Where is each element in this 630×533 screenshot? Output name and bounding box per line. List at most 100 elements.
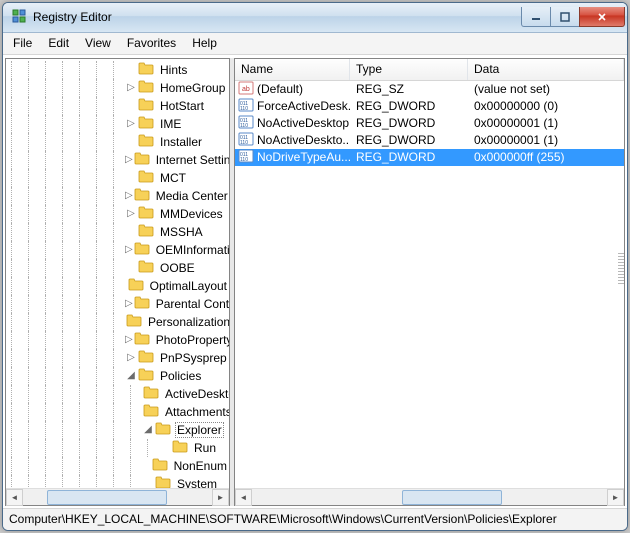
value-data: 0x00000000 (0) <box>468 99 624 113</box>
folder-icon <box>138 133 158 150</box>
scroll-thumb[interactable] <box>47 490 167 505</box>
menu-favorites[interactable]: Favorites <box>119 33 184 54</box>
splitter-grip-icon[interactable] <box>618 253 624 285</box>
scroll-right-icon[interactable]: ► <box>212 489 229 506</box>
folder-icon <box>143 403 163 420</box>
menubar: File Edit View Favorites Help <box>3 33 627 55</box>
tree-item[interactable]: ActiveDesktop <box>6 385 229 403</box>
col-name[interactable]: Name <box>235 59 350 80</box>
tree-item[interactable]: ▷ Internet Settings <box>6 151 229 169</box>
folder-icon <box>134 295 154 312</box>
menu-file[interactable]: File <box>5 33 40 54</box>
expander-spacer <box>125 100 137 112</box>
expander-icon[interactable]: ◢ <box>125 370 137 382</box>
value-name: NoActiveDeskto... <box>257 133 350 147</box>
tree-item[interactable]: Personalization <box>6 313 229 331</box>
expander-icon[interactable]: ▷ <box>125 154 133 166</box>
tree-item[interactable]: MCT <box>6 169 229 187</box>
maximize-button[interactable] <box>550 7 580 27</box>
expander-icon[interactable]: ▷ <box>125 82 137 94</box>
tree-item[interactable]: ◢Explorer <box>6 421 229 439</box>
tree-item[interactable]: ▷OEMInformation <box>6 241 229 259</box>
value-name: (Default) <box>257 82 303 96</box>
expander-icon[interactable]: ▷ <box>125 118 137 130</box>
folder-icon <box>138 169 158 186</box>
folder-icon <box>134 241 154 258</box>
expander-icon[interactable]: ▷ <box>125 334 133 346</box>
folder-icon <box>138 97 158 114</box>
list-rows[interactable]: ab(Default)REG_SZ(value not set)011110Fo… <box>235 81 624 489</box>
tree-label: Hints <box>158 63 189 77</box>
value-type: REG_DWORD <box>350 116 468 130</box>
tree-item[interactable]: ◢Policies <box>6 367 229 385</box>
expander-spacer <box>125 136 137 148</box>
svg-text:ab: ab <box>242 86 250 93</box>
tree-item[interactable]: ▷MMDevices <box>6 205 229 223</box>
expander-icon[interactable]: ▷ <box>125 190 133 202</box>
tree-label: Media Center <box>154 189 229 203</box>
menu-view[interactable]: View <box>77 33 119 54</box>
tree-item[interactable]: System <box>6 475 229 489</box>
tree-item[interactable]: NonEnum <box>6 457 229 475</box>
tree-item[interactable]: ▷IME <box>6 115 229 133</box>
scroll-thumb[interactable] <box>402 490 502 505</box>
value-row[interactable]: ab(Default)REG_SZ(value not set) <box>235 81 624 98</box>
close-button[interactable] <box>579 7 625 27</box>
tree-item[interactable]: Run <box>6 439 229 457</box>
tree-label: HotStart <box>158 99 206 113</box>
tree-item[interactable]: ▷HomeGroup <box>6 79 229 97</box>
value-row[interactable]: 011110ForceActiveDesk...REG_DWORD0x00000… <box>235 98 624 115</box>
tree-label: Internet Settings <box>154 153 229 167</box>
value-row[interactable]: 011110NoActiveDesktopREG_DWORD0x00000001… <box>235 115 624 132</box>
tree-hscrollbar[interactable]: ◄ ► <box>6 488 229 505</box>
tree-item[interactable]: OptimalLayout <box>6 277 229 295</box>
menu-edit[interactable]: Edit <box>40 33 77 54</box>
window-title: Registry Editor <box>33 10 112 24</box>
tree-label: MCT <box>158 171 188 185</box>
folder-icon <box>138 349 158 366</box>
tree-item[interactable]: Hints <box>6 61 229 79</box>
tree-item[interactable]: MSSHA <box>6 223 229 241</box>
tree-item[interactable]: HotStart <box>6 97 229 115</box>
tree-item[interactable]: Installer <box>6 133 229 151</box>
value-type: REG_DWORD <box>350 133 468 147</box>
expander-spacer <box>159 442 171 454</box>
values-pane: Name Type Data ab(Default)REG_SZ(value n… <box>234 58 625 507</box>
tree-item[interactable]: ▷PnPSysprep <box>6 349 229 367</box>
tree-item[interactable]: Attachments <box>6 403 229 421</box>
tree-item[interactable]: ▷Parental Controls <box>6 295 229 313</box>
expander-icon[interactable]: ▷ <box>125 298 133 310</box>
registry-tree[interactable]: Hints ▷HomeGroup HotStart ▷IMEInstaller ▷ Int… <box>6 59 229 489</box>
folder-icon <box>134 151 154 168</box>
app-icon <box>11 8 27 27</box>
folder-icon <box>143 385 163 402</box>
value-row[interactable]: 011110NoActiveDeskto...REG_DWORD0x000000… <box>235 132 624 149</box>
tree-label: ActiveDesktop <box>163 387 229 401</box>
tree-item[interactable]: OOBE <box>6 259 229 277</box>
tree-item[interactable]: ▷ Media Center <box>6 187 229 205</box>
expander-icon[interactable]: ▷ <box>125 244 133 256</box>
col-data[interactable]: Data <box>468 59 624 80</box>
folder-icon <box>155 421 175 438</box>
tree-label: MSSHA <box>158 225 205 239</box>
titlebar[interactable]: Registry Editor <box>3 3 627 33</box>
expander-icon[interactable]: ▷ <box>125 352 137 364</box>
col-type[interactable]: Type <box>350 59 468 80</box>
list-hscrollbar[interactable]: ◄ ► <box>235 488 624 505</box>
scroll-left-icon[interactable]: ◄ <box>235 489 252 506</box>
expander-icon[interactable]: ▷ <box>125 208 137 220</box>
scroll-right-icon[interactable]: ► <box>607 489 624 506</box>
value-data: (value not set) <box>468 82 624 96</box>
scroll-left-icon[interactable]: ◄ <box>6 489 23 506</box>
expander-spacer <box>125 280 127 292</box>
tree-item[interactable]: ▷PhotoPropertyHandler <box>6 331 229 349</box>
minimize-button[interactable] <box>521 7 551 27</box>
folder-icon <box>138 205 158 222</box>
menu-help[interactable]: Help <box>184 33 225 54</box>
expander-icon[interactable]: ◢ <box>142 424 154 436</box>
tree-label: NonEnum <box>172 459 229 473</box>
folder-icon <box>134 187 154 204</box>
value-row[interactable]: 011110NoDriveTypeAu...REG_DWORD0x000000f… <box>235 149 624 166</box>
list-header[interactable]: Name Type Data <box>235 59 624 81</box>
statusbar: Computer\HKEY_LOCAL_MACHINE\SOFTWARE\Mic… <box>3 508 627 530</box>
